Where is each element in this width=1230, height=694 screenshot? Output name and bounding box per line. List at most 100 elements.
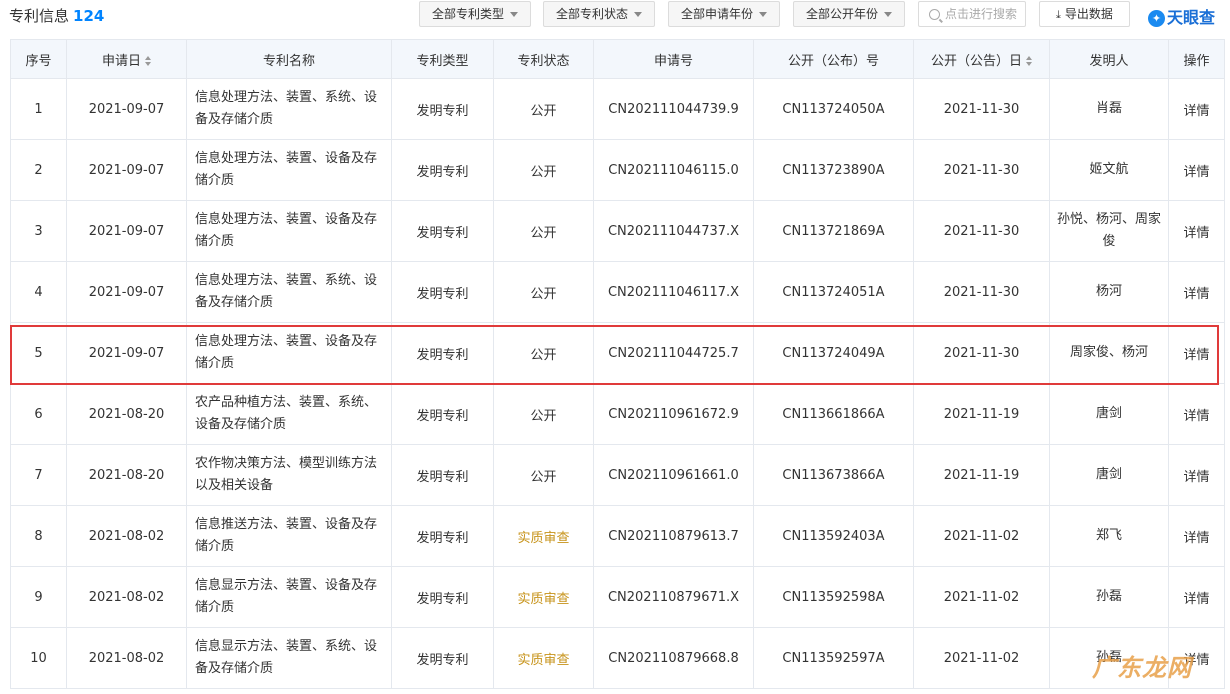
cell-patent-status: 公开	[493, 261, 594, 323]
cell-patent-status: 公开	[493, 322, 594, 384]
detail-link[interactable]: 详情	[1168, 505, 1225, 567]
table-row: 6 2021-08-20 农产品种植方法、装置、系统、设备及存储介质 发明专利 公开 CN…	[10, 383, 1225, 445]
table-row: 4 2021-09-07 信息处理方法、装置、系统、设备及存储介质 发明专利 公开 CN2…	[10, 261, 1225, 323]
cell-patent-name: 信息处理方法、装置、设备及存储介质	[186, 200, 392, 262]
publish-year-filter-label: 全部公开年份	[805, 7, 878, 21]
cell-apply-date: 2021-08-20	[66, 383, 187, 445]
search-icon	[929, 9, 940, 20]
logo-text: 天眼查	[1167, 8, 1216, 27]
cell-apply-no: CN202111044737.X	[593, 200, 754, 262]
cell-pub-no: CN113723890A	[753, 139, 914, 201]
result-count: 124	[73, 7, 105, 25]
col-header-inventor: 发明人	[1049, 39, 1169, 79]
cell-pub-date: 2021-11-02	[913, 505, 1050, 567]
export-button[interactable]: ⤓ 导出数据	[1039, 1, 1130, 27]
cell-apply-no: CN202110961672.9	[593, 383, 754, 445]
cell-inventor: 郑飞	[1049, 505, 1169, 567]
cell-pub-date: 2021-11-30	[913, 139, 1050, 201]
apply-year-filter[interactable]: 全部申请年份	[668, 1, 780, 27]
cell-patent-type: 发明专利	[391, 383, 494, 445]
cell-patent-type: 发明专利	[391, 627, 494, 689]
table-row: 3 2021-09-07 信息处理方法、装置、设备及存储介质 发明专利 公开 CN2021…	[10, 200, 1225, 262]
page-title-text: 专利信息	[9, 7, 70, 25]
cell-patent-name: 信息显示方法、装置、设备及存储介质	[186, 566, 392, 628]
cell-pub-no: CN113592403A	[753, 505, 914, 567]
cell-pub-date: 2021-11-30	[913, 322, 1050, 384]
sort-icon[interactable]	[145, 56, 151, 66]
cell-patent-status: 公开	[493, 78, 594, 140]
publish-year-filter[interactable]: 全部公开年份	[793, 1, 905, 27]
download-icon: ⤓	[1056, 8, 1061, 21]
detail-link[interactable]: 详情	[1168, 383, 1225, 445]
cell-apply-no: CN202110879613.7	[593, 505, 754, 567]
detail-link[interactable]: 详情	[1168, 444, 1225, 506]
col-header-apply-date-label: 申请日	[101, 53, 141, 69]
detail-link[interactable]: 详情	[1168, 139, 1225, 201]
cell-pub-date: 2021-11-30	[913, 261, 1050, 323]
cell-patent-type: 发明专利	[391, 139, 494, 201]
cell-pub-date: 2021-11-19	[913, 383, 1050, 445]
chevron-down-icon	[759, 12, 767, 17]
cell-apply-date: 2021-09-07	[66, 78, 187, 140]
cell-patent-name: 信息推送方法、装置、设备及存储介质	[186, 505, 392, 567]
cell-patent-type: 发明专利	[391, 261, 494, 323]
table-row: 9 2021-08-02 信息显示方法、装置、设备及存储介质 发明专利 实质审查 CN20…	[10, 566, 1225, 628]
chevron-down-icon	[634, 12, 642, 17]
col-header-apply-no: 申请号	[593, 39, 754, 79]
sort-icon[interactable]	[1026, 56, 1032, 66]
cell-patent-name: 信息处理方法、装置、设备及存储介质	[186, 139, 392, 201]
cell-index: 3	[10, 200, 67, 262]
cell-patent-status: 实质审查	[493, 627, 594, 689]
cell-apply-date: 2021-08-02	[66, 505, 187, 567]
cell-patent-type: 发明专利	[391, 566, 494, 628]
cell-index: 1	[10, 78, 67, 140]
col-header-pub-date[interactable]: 公开（公告）日	[913, 39, 1050, 79]
detail-link[interactable]: 详情	[1168, 566, 1225, 628]
cell-patent-type: 发明专利	[391, 444, 494, 506]
cell-index: 7	[10, 444, 67, 506]
cell-apply-no: CN202111046117.X	[593, 261, 754, 323]
cell-pub-no: CN113661866A	[753, 383, 914, 445]
cell-patent-status: 实质审查	[493, 505, 594, 567]
cell-inventor: 唐剑	[1049, 383, 1169, 445]
cell-index: 6	[10, 383, 67, 445]
cell-patent-type: 发明专利	[391, 200, 494, 262]
patent-status-filter-label: 全部专利状态	[555, 7, 628, 21]
cell-index: 5	[10, 322, 67, 384]
cell-patent-type: 发明专利	[391, 78, 494, 140]
cell-patent-status: 公开	[493, 444, 594, 506]
table-row: 10 2021-08-02 信息显示方法、装置、系统、设备及存储介质 发明专利 实质审查…	[10, 627, 1225, 689]
cell-patent-status: 公开	[493, 139, 594, 201]
logo-icon: ✦	[1148, 10, 1165, 27]
cell-apply-no: CN202111046115.0	[593, 139, 754, 201]
cell-pub-date: 2021-11-30	[913, 200, 1050, 262]
col-header-action: 操作	[1168, 39, 1225, 79]
cell-pub-date: 2021-11-02	[913, 627, 1050, 689]
cell-apply-no: CN202110879668.8	[593, 627, 754, 689]
detail-link[interactable]: 详情	[1168, 78, 1225, 140]
detail-link[interactable]: 详情	[1168, 200, 1225, 262]
col-header-status: 专利状态	[493, 39, 594, 79]
cell-patent-type: 发明专利	[391, 322, 494, 384]
cell-pub-no: CN113673866A	[753, 444, 914, 506]
table-row: 5 2021-09-07 信息处理方法、装置、设备及存储介质 发明专利 公开 CN2021…	[10, 322, 1225, 384]
page-title: 专利信息 124	[9, 5, 104, 26]
cell-apply-no: CN202110879671.X	[593, 566, 754, 628]
cell-index: 2	[10, 139, 67, 201]
detail-link[interactable]: 详情	[1168, 261, 1225, 323]
chevron-down-icon	[510, 12, 518, 17]
detail-link[interactable]: 详情	[1168, 322, 1225, 384]
search-input[interactable]: 点击进行搜索	[918, 1, 1026, 27]
cell-pub-no: CN113592598A	[753, 566, 914, 628]
patent-type-filter[interactable]: 全部专利类型	[419, 1, 531, 27]
patent-status-filter[interactable]: 全部专利状态	[543, 1, 655, 27]
apply-year-filter-label: 全部申请年份	[680, 7, 753, 21]
cell-pub-no: CN113721869A	[753, 200, 914, 262]
cell-inventor: 周家俊、杨河	[1049, 322, 1169, 384]
patent-type-filter-label: 全部专利类型	[431, 7, 504, 21]
cell-apply-date: 2021-08-20	[66, 444, 187, 506]
cell-index: 10	[10, 627, 67, 689]
cell-inventor: 唐剑	[1049, 444, 1169, 506]
col-header-apply-date[interactable]: 申请日	[66, 39, 187, 79]
watermark: 广东龙网	[1092, 654, 1192, 682]
